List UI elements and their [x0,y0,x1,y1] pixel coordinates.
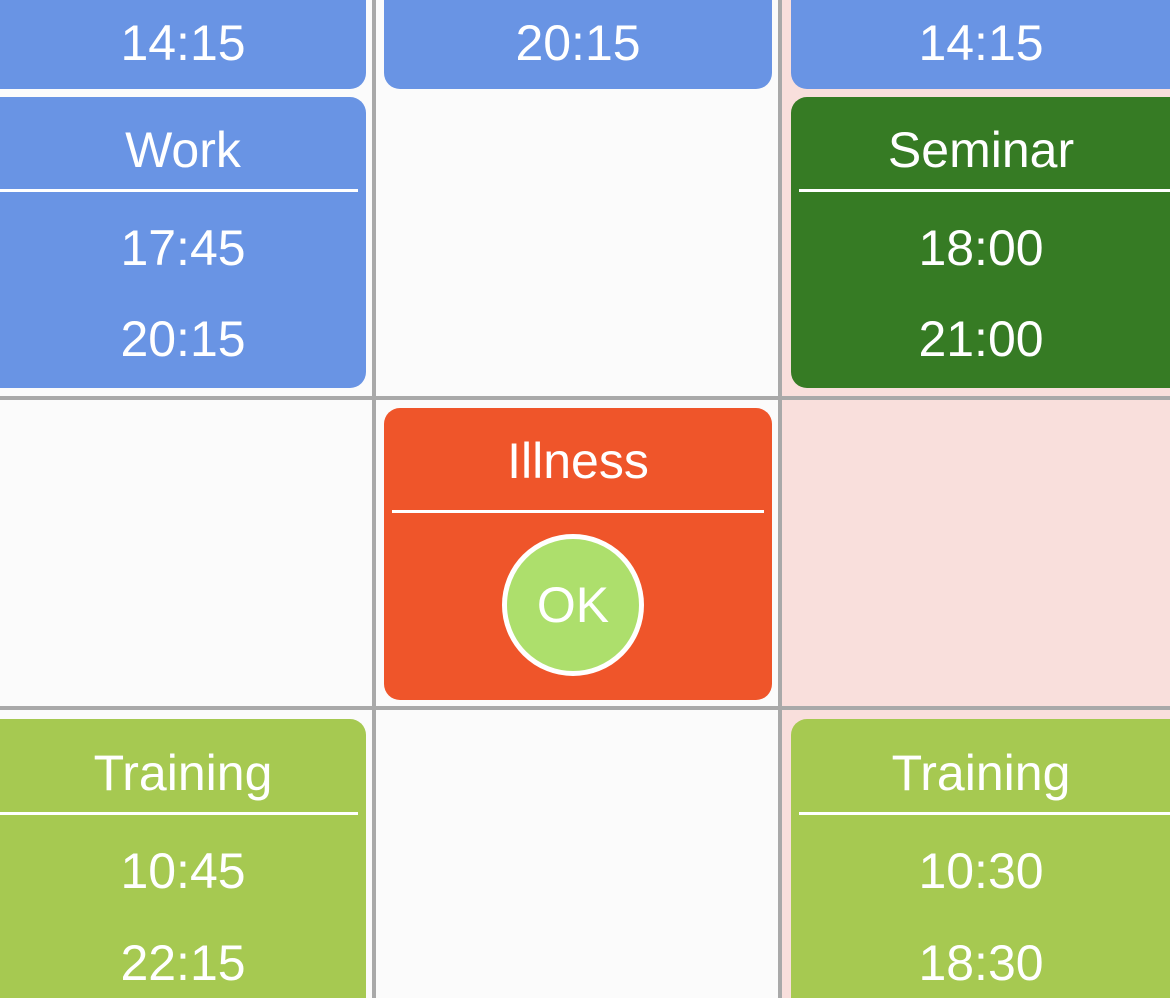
event-card-work[interactable]: Work 17:45 20:15 [0,97,366,388]
event-start-time: 17:45 [120,220,246,276]
ok-button[interactable]: OK [502,534,644,676]
event-card-seminar[interactable]: Seminar 18:00 21:00 [791,97,1170,388]
event-title-divider [0,812,358,815]
event-end-time: 22:15 [120,935,246,991]
event-end-time: 21:00 [918,311,1044,367]
event-title-divider [799,189,1170,192]
event-start-time: 10:45 [120,843,246,899]
event-start-time: 18:00 [918,220,1044,276]
event-card-illness[interactable]: Illness OK [384,408,772,700]
event-title: Training [891,745,1071,801]
event-card-training[interactable]: Training 10:30 18:30 [791,719,1170,998]
column-divider [372,0,376,998]
event-end-time: 14:15 [918,15,1044,71]
event-title-divider [799,812,1170,815]
column-divider [778,0,782,998]
event-title: Work [125,122,241,178]
event-title: Illness [507,433,649,489]
event-card-work-partial[interactable]: 20:15 [384,0,772,89]
event-end-time: 14:15 [120,15,246,71]
event-end-time: 20:15 [120,311,246,367]
event-card-work-partial[interactable]: 14:15 [791,0,1170,89]
event-title-divider [392,510,764,513]
calendar-grid: 14:15 20:15 14:15 Work 17:45 20:15 Semin… [0,0,1170,998]
event-card-training[interactable]: Training 10:45 22:15 [0,719,366,998]
event-title: Seminar [887,122,1075,178]
event-title-divider [0,189,358,192]
row-divider [0,396,1170,400]
event-card-work-partial[interactable]: 14:15 [0,0,366,89]
event-start-time: 10:30 [918,843,1044,899]
event-title: Training [93,745,273,801]
event-end-time: 18:30 [918,935,1044,991]
event-end-time: 20:15 [515,15,641,71]
row-divider [0,706,1170,710]
